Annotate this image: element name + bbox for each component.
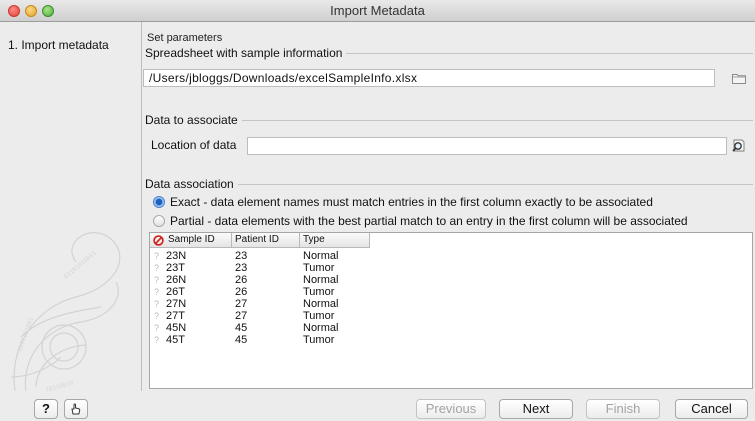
type-cell: Normal [303,250,339,262]
unmatched-marker: ? [154,275,160,285]
previous-button[interactable]: Previous [416,399,486,419]
type-cell: Tumor [303,334,335,346]
unmatched-marker: ? [154,251,160,261]
patient-id-cell: 23 [235,262,248,274]
type-cell: Normal [303,298,339,310]
sample-id-cell: ? 45N [150,322,232,334]
sample-id-cell: ? 23T [150,262,232,274]
browse-icon[interactable] [731,137,747,153]
pointer-hand-icon [71,403,81,415]
patient-id-cell: 26 [235,286,248,298]
wizard-button-bar: ? Previous Next Finish Cancel [0,391,755,421]
window-title: Import Metadata [330,3,425,18]
column-header-sample-id[interactable]: Sample ID [150,233,232,248]
sample-id-text: 27N [166,298,187,310]
type-cell: Normal [303,322,339,334]
unmatched-marker: ? [154,335,160,345]
unmatched-marker: ? [154,263,160,273]
unmatched-marker: ? [154,299,160,309]
unmatched-marker: ? [154,311,160,321]
sample-id-text: 45N [166,322,187,334]
unmatched-marker: ? [154,323,160,333]
patient-id-cell: 45 [235,334,248,346]
table-row[interactable]: ? 23N 23 Normal [150,250,752,262]
wizard-step-import-metadata: 1. Import metadata [8,38,109,52]
type-cell: Tumor [303,310,335,322]
location-of-data-label: Location of data [151,138,237,152]
table-row[interactable]: ? 27T 27 Tumor [150,310,752,322]
import-metadata-window: Import Metadata 1. Import metadata 01101… [0,0,755,421]
sample-id-cell: ? 27N [150,298,232,310]
table-body: ? 23N 23 Normal ? 23T 23 Tumor ? 26N 26 Nor… [150,250,752,346]
location-of-data-input[interactable] [247,137,727,155]
partial-match-radio[interactable] [153,215,165,227]
table-row[interactable]: ? 27N 27 Normal [150,298,752,310]
type-cell: Tumor [303,286,335,298]
table-row[interactable]: ? 45T 45 Tumor [150,334,752,346]
table-row[interactable]: ? 26N 26 Normal [150,274,752,286]
table-row[interactable]: ? 26T 26 Tumor [150,286,752,298]
table-row[interactable]: ? 45N 45 Normal [150,322,752,334]
table-header: Sample ID Patient ID Type [150,233,370,248]
spreadsheet-group-legend: Spreadsheet with sample information [145,46,343,60]
sample-id-cell: ? 45T [150,334,232,346]
sample-id-text: 23T [166,262,185,274]
unmatched-marker: ? [154,287,160,297]
column-header-label: Sample ID [168,234,215,245]
sample-id-text: 26N [166,274,187,286]
not-matched-icon [153,235,164,246]
sample-id-text: 23N [166,250,187,262]
title-bar: Import Metadata [0,0,755,22]
sample-info-table: Sample ID Patient ID Type ? 23N 23 Normal… [149,232,753,389]
spreadsheet-path-input[interactable]: /Users/jbloggs/Downloads/excelSampleInfo… [143,69,715,87]
folder-icon[interactable] [731,70,747,86]
exact-match-radio[interactable] [153,196,165,208]
sample-id-cell: ? 27T [150,310,232,322]
exact-match-label: Exact - data element names must match en… [170,195,653,209]
sample-id-cell: ? 26T [150,286,232,298]
svg-text:0101101001: 0101101001 [16,316,35,353]
column-header-patient-id[interactable]: Patient ID [232,233,300,248]
patient-id-cell: 26 [235,274,248,286]
association-group-legend: Data association [145,177,234,191]
patient-id-cell: 45 [235,322,248,334]
sample-id-text: 27T [166,310,185,322]
sample-id-text: 26T [166,286,185,298]
svg-text:01101010011: 01101010011 [63,249,98,280]
finish-button[interactable]: Finish [586,399,660,419]
type-cell: Normal [303,274,339,286]
patient-id-cell: 23 [235,250,248,262]
sample-id-text: 45T [166,334,185,346]
cancel-button[interactable]: Cancel [675,399,748,419]
help-button[interactable]: ? [34,399,58,419]
section-header: Set parameters [147,32,223,44]
sample-id-cell: ? 23N [150,250,232,262]
column-header-type[interactable]: Type [300,233,370,248]
table-row[interactable]: ? 23T 23 Tumor [150,262,752,274]
data-group-legend: Data to associate [145,113,238,127]
patient-id-cell: 27 [235,298,248,310]
decorative-swirl-logo: 01101010011 0101101001 10110010 [10,232,121,391]
svg-text:10110010: 10110010 [45,380,75,391]
next-button[interactable]: Next [499,399,573,419]
partial-match-label: Partial - data elements with the best pa… [170,214,688,228]
wizard-sidebar: 1. Import metadata 01101010011 010110100… [0,22,142,391]
patient-id-cell: 27 [235,310,248,322]
sample-id-cell: ? 26N [150,274,232,286]
guided-tour-button[interactable] [64,399,88,419]
type-cell: Tumor [303,262,335,274]
